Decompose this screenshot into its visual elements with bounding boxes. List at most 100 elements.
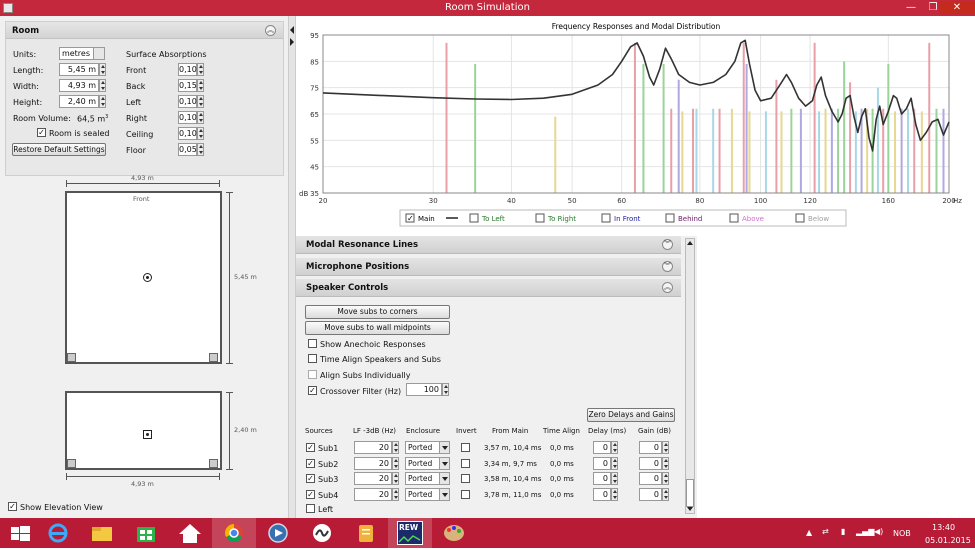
lf-field[interactable]: 20	[354, 456, 392, 470]
enclosure-select[interactable]: Ported	[405, 441, 450, 454]
height-field[interactable]: 2,40 m	[59, 95, 99, 108]
lf-spinner[interactable]	[392, 488, 399, 502]
chevron-down-icon[interactable]	[93, 48, 104, 59]
chevron-down-icon[interactable]	[439, 473, 449, 485]
notes-icon[interactable]	[344, 518, 388, 548]
delay-spinner[interactable]	[611, 472, 618, 486]
chevron-down-icon[interactable]	[439, 489, 449, 501]
lf-field[interactable]: 20	[354, 472, 392, 486]
restore-defaults-button[interactable]: Restore Default Settings	[12, 143, 106, 156]
show-elevation-checkbox[interactable]: ✓	[8, 502, 17, 511]
main-speaker-marker[interactable]	[143, 273, 152, 282]
invert-checkbox[interactable]	[461, 490, 470, 500]
crossover-checkbox[interactable]: ✓	[308, 386, 317, 395]
delay-field[interactable]: 0	[593, 472, 611, 486]
zero-delays-gains-button[interactable]: Zero Delays and Gains	[587, 408, 675, 422]
scroll-up-icon[interactable]	[687, 241, 693, 245]
battery-icon[interactable]: ▮	[841, 527, 845, 536]
lf-spinner[interactable]	[392, 472, 399, 486]
chevron-down-icon[interactable]	[439, 457, 449, 469]
file-explorer-icon[interactable]	[80, 518, 124, 548]
split-divider[interactable]	[288, 16, 296, 518]
frequency-response-chart[interactable]: Frequency Responses and Modal Distributi…	[296, 16, 975, 228]
crossover-spinner[interactable]	[442, 383, 449, 396]
absorption-ceiling-spinner[interactable]	[197, 127, 204, 140]
media-player-icon[interactable]	[256, 518, 300, 548]
home-icon[interactable]	[168, 518, 212, 548]
absorption-front-spinner[interactable]	[197, 63, 204, 76]
gain-spinner[interactable]	[662, 488, 669, 502]
room-elevation-view[interactable]	[65, 391, 222, 470]
width-field[interactable]: 4,93 m	[59, 79, 99, 92]
sub-marker[interactable]	[67, 353, 76, 362]
units-select[interactable]: metres	[59, 47, 105, 60]
invert-checkbox[interactable]	[461, 474, 470, 484]
enclosure-select[interactable]: Ported	[405, 472, 450, 486]
input-language[interactable]: NOB	[893, 529, 911, 538]
sub-marker[interactable]	[209, 459, 218, 468]
absorption-floor-field[interactable]: 0,05	[178, 143, 197, 156]
delay-field[interactable]: 0	[593, 441, 611, 454]
close-button[interactable]: ✕	[939, 1, 975, 14]
expand-icon[interactable]: ︾	[662, 239, 673, 250]
time-align-checkbox[interactable]	[308, 354, 317, 363]
source-checkbox[interactable]: ✓	[306, 474, 315, 484]
gain-spinner[interactable]	[662, 472, 669, 486]
room-plan-view[interactable]: Front	[65, 191, 222, 364]
absorption-back-field[interactable]: 0,15	[178, 79, 197, 92]
show-anechoic-checkbox[interactable]	[308, 339, 317, 348]
absorption-right-spinner[interactable]	[197, 111, 204, 124]
height-spinner[interactable]	[99, 95, 106, 108]
volume-icon[interactable]: ◀)	[874, 527, 883, 536]
mic-positions-section-header[interactable]: Microphone Positions ︾	[296, 258, 681, 276]
lf-spinner[interactable]	[392, 441, 399, 454]
source-checkbox[interactable]: ✓	[306, 490, 315, 500]
room-sealed-checkbox[interactable]: ✓	[37, 128, 46, 137]
lf-field[interactable]: 20	[354, 441, 392, 454]
move-subs-midpoints-button[interactable]: Move subs to wall midpoints	[305, 321, 450, 335]
source-checkbox[interactable]: ✓	[306, 443, 315, 452]
paint-icon[interactable]	[432, 518, 476, 548]
modal-lines-section-header[interactable]: Modal Resonance Lines ︾	[296, 236, 681, 254]
collapse-icon[interactable]: ︽	[265, 25, 276, 36]
scroll-down-icon[interactable]	[687, 507, 693, 511]
main-speaker-elevation-marker[interactable]	[143, 430, 152, 439]
gain-field[interactable]: 0	[639, 441, 662, 454]
chrome-icon[interactable]	[212, 518, 256, 548]
chevron-down-icon[interactable]	[439, 442, 449, 453]
crossover-field[interactable]: 100	[406, 383, 442, 396]
gain-field[interactable]: 0	[639, 456, 662, 470]
invert-checkbox[interactable]	[461, 443, 470, 452]
align-individually-checkbox[interactable]	[308, 370, 317, 379]
delay-spinner[interactable]	[611, 456, 618, 470]
invert-checkbox[interactable]	[461, 458, 470, 468]
collapse-icon[interactable]: ︽	[662, 282, 673, 293]
gain-spinner[interactable]	[662, 456, 669, 470]
source-checkbox[interactable]: ✓	[306, 458, 315, 468]
sub-marker[interactable]	[209, 353, 218, 362]
width-spinner[interactable]	[99, 79, 106, 92]
delay-field[interactable]: 0	[593, 456, 611, 470]
internet-explorer-icon[interactable]	[36, 518, 80, 548]
absorption-ceiling-field[interactable]: 0,10	[178, 127, 197, 140]
absorption-front-field[interactable]: 0,10	[178, 63, 197, 76]
move-subs-corners-button[interactable]: Move subs to corners	[305, 305, 450, 319]
store-icon[interactable]	[124, 518, 168, 548]
minimize-button[interactable]: —	[900, 1, 922, 14]
source-checkbox[interactable]	[306, 504, 315, 513]
panels-scrollbar[interactable]	[685, 238, 695, 514]
absorption-left-spinner[interactable]	[197, 95, 204, 108]
absorption-right-field[interactable]: 0,10	[178, 111, 197, 124]
delay-spinner[interactable]	[611, 488, 618, 502]
collapse-left-icon[interactable]	[290, 26, 294, 34]
sub-marker[interactable]	[67, 459, 76, 468]
rew-icon[interactable]: REW	[388, 518, 432, 548]
delay-field[interactable]: 0	[593, 488, 611, 502]
absorption-left-field[interactable]: 0,10	[178, 95, 197, 108]
scrollbar-thumb[interactable]	[686, 479, 694, 507]
network-activity-icon[interactable]: ⇄	[822, 527, 829, 536]
speaker-controls-section-header[interactable]: Speaker Controls ︽	[296, 279, 681, 297]
show-hidden-icons[interactable]: ▲	[806, 528, 812, 537]
gain-field[interactable]: 0	[639, 488, 662, 502]
length-field[interactable]: 5,45 m	[59, 63, 99, 76]
